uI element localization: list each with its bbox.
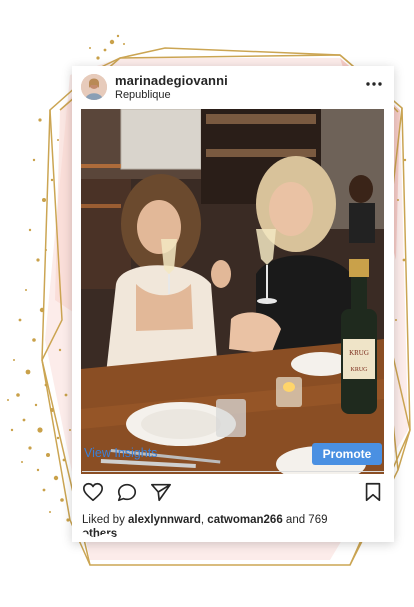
instagram-post-card: marinadegiovanni Republique KRUG KRUG Vi… bbox=[72, 66, 394, 542]
view-insights-link[interactable]: View Insights bbox=[84, 446, 157, 460]
svg-text:KRUG: KRUG bbox=[350, 367, 368, 373]
promote-button[interactable]: Promote bbox=[312, 443, 382, 465]
restaurant-photo-illustration: KRUG KRUG bbox=[81, 109, 384, 474]
avatar[interactable] bbox=[81, 74, 107, 100]
svg-text:KRUG: KRUG bbox=[349, 349, 369, 357]
post-username[interactable]: marinadegiovanni bbox=[115, 73, 228, 88]
more-options-icon[interactable] bbox=[364, 76, 384, 92]
heart-icon[interactable] bbox=[82, 481, 104, 503]
divider bbox=[82, 471, 384, 472]
comment-icon[interactable] bbox=[116, 481, 138, 503]
torn-paper-edge bbox=[72, 532, 394, 542]
post-actions bbox=[72, 478, 394, 506]
bookmark-icon[interactable] bbox=[362, 481, 384, 503]
send-icon[interactable] bbox=[150, 481, 172, 503]
avatar-image bbox=[81, 74, 107, 100]
stage: marinadegiovanni Republique KRUG KRUG Vi… bbox=[0, 0, 414, 607]
insights-bar: View Insights Promote bbox=[72, 440, 394, 470]
post-photo[interactable]: KRUG KRUG bbox=[81, 109, 384, 474]
post-header: marinadegiovanni Republique bbox=[72, 66, 394, 108]
post-location[interactable]: Republique bbox=[115, 89, 171, 101]
